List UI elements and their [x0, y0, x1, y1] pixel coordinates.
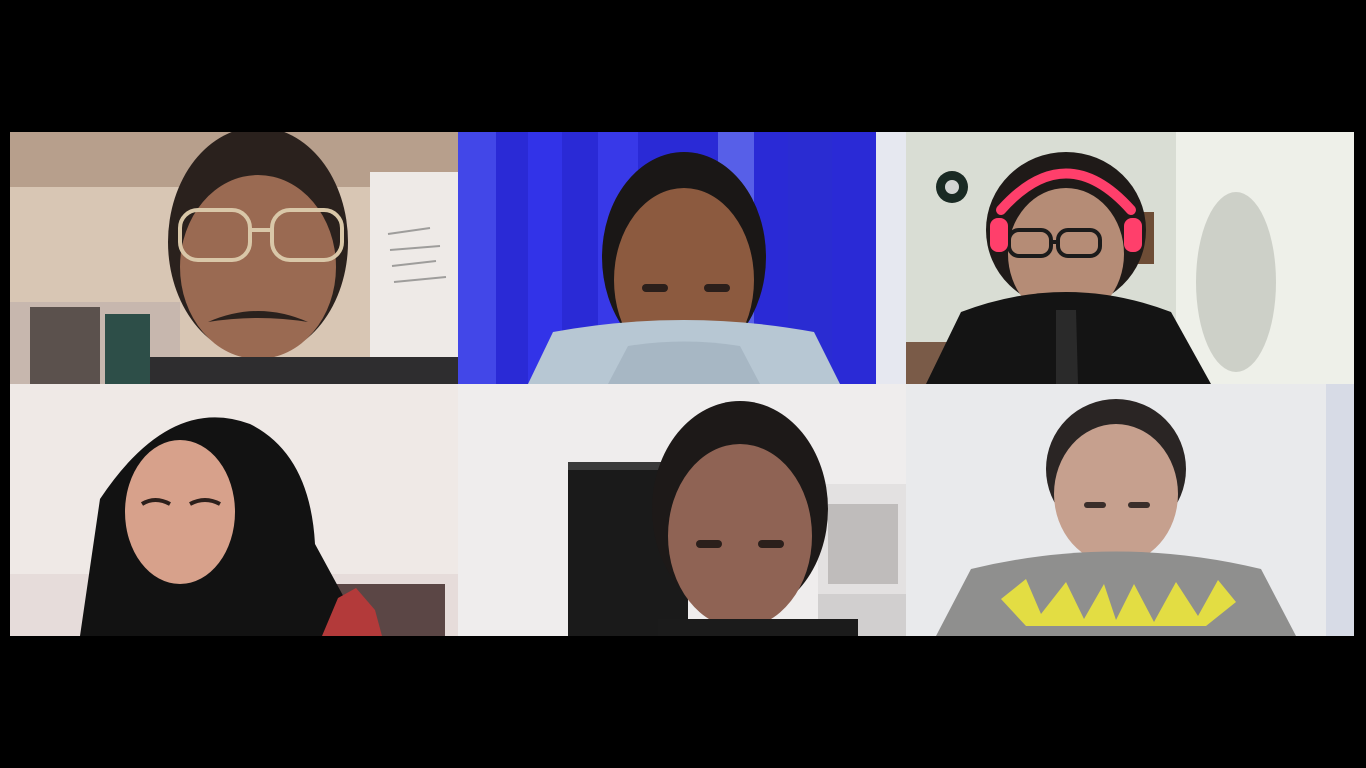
- participant-video-feed: [906, 384, 1354, 636]
- participant-video-feed: [458, 132, 906, 384]
- participant-video-tile-3[interactable]: [906, 132, 1354, 384]
- participant-video-feed: [10, 132, 458, 384]
- participant-video-tile-6[interactable]: [906, 384, 1354, 636]
- participant-video-tile-4[interactable]: [10, 384, 458, 636]
- participant-video-tile-1[interactable]: [10, 132, 458, 384]
- participant-video-tile-5[interactable]: [458, 384, 906, 636]
- participant-video-feed: [906, 132, 1354, 384]
- participant-video-tile-2[interactable]: [458, 132, 906, 384]
- participant-gallery-grid: [10, 132, 1354, 636]
- participant-video-feed: [458, 384, 906, 636]
- video-call-window: [0, 0, 1366, 768]
- participant-video-feed: [10, 384, 458, 636]
